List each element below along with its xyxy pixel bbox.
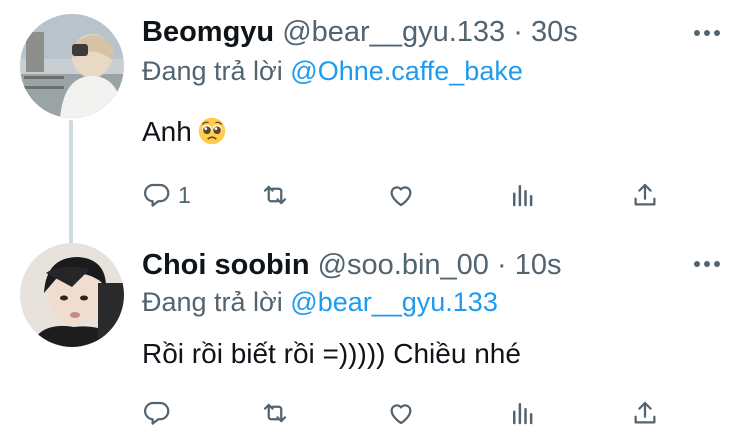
reply-button[interactable]: 1 xyxy=(142,178,191,212)
separator-dot: · xyxy=(513,16,523,48)
thread-connector-line xyxy=(69,120,73,248)
replying-to-label: Đang trả lời xyxy=(142,287,283,317)
tweet-text: Anh xyxy=(142,116,192,147)
retweet-button[interactable] xyxy=(260,178,290,212)
like-button[interactable] xyxy=(386,396,416,430)
reply-count: 1 xyxy=(178,181,191,208)
tweet-text: Rồi rồi biết rồi =))))) Chiều nhé xyxy=(142,338,521,369)
like-button[interactable] xyxy=(386,178,416,212)
replying-to-label: Đang trả lời xyxy=(142,56,283,86)
share-button[interactable] xyxy=(630,396,660,430)
display-name[interactable]: Beomgyu xyxy=(142,16,274,48)
display-name[interactable]: Choi soobin xyxy=(142,249,310,281)
replying-to-handle[interactable]: @bear__gyu.133 xyxy=(290,287,498,317)
tweet-actions xyxy=(142,396,672,430)
reply-icon xyxy=(143,401,170,425)
share-icon xyxy=(634,401,656,424)
avatar[interactable] xyxy=(20,243,124,347)
analytics-button[interactable] xyxy=(508,178,538,212)
more-icon[interactable] xyxy=(694,27,724,39)
like-icon xyxy=(390,186,412,207)
timestamp[interactable]: 30s xyxy=(531,16,578,48)
user-handle[interactable]: @soo.bin_00 xyxy=(318,249,489,281)
like-icon xyxy=(390,404,412,425)
replying-to-handle[interactable]: @Ohne.caffe_bake xyxy=(290,56,523,86)
analytics-icon xyxy=(513,403,533,425)
pleading-face-emoji xyxy=(198,117,226,145)
timestamp[interactable]: 10s xyxy=(515,249,562,281)
share-icon xyxy=(634,183,656,206)
more-icon[interactable] xyxy=(694,258,724,270)
tweet-actions: 1 xyxy=(142,178,672,212)
avatar[interactable] xyxy=(20,14,124,118)
separator-dot: · xyxy=(497,249,507,281)
reply-icon xyxy=(143,183,170,207)
reply-button[interactable] xyxy=(142,396,178,430)
retweet-icon xyxy=(263,185,287,205)
analytics-button[interactable] xyxy=(508,396,538,430)
analytics-icon xyxy=(513,185,533,207)
retweet-button[interactable] xyxy=(260,396,290,430)
user-handle[interactable]: @bear__gyu.133 xyxy=(282,16,505,48)
share-button[interactable] xyxy=(630,178,660,212)
retweet-icon xyxy=(263,403,287,423)
